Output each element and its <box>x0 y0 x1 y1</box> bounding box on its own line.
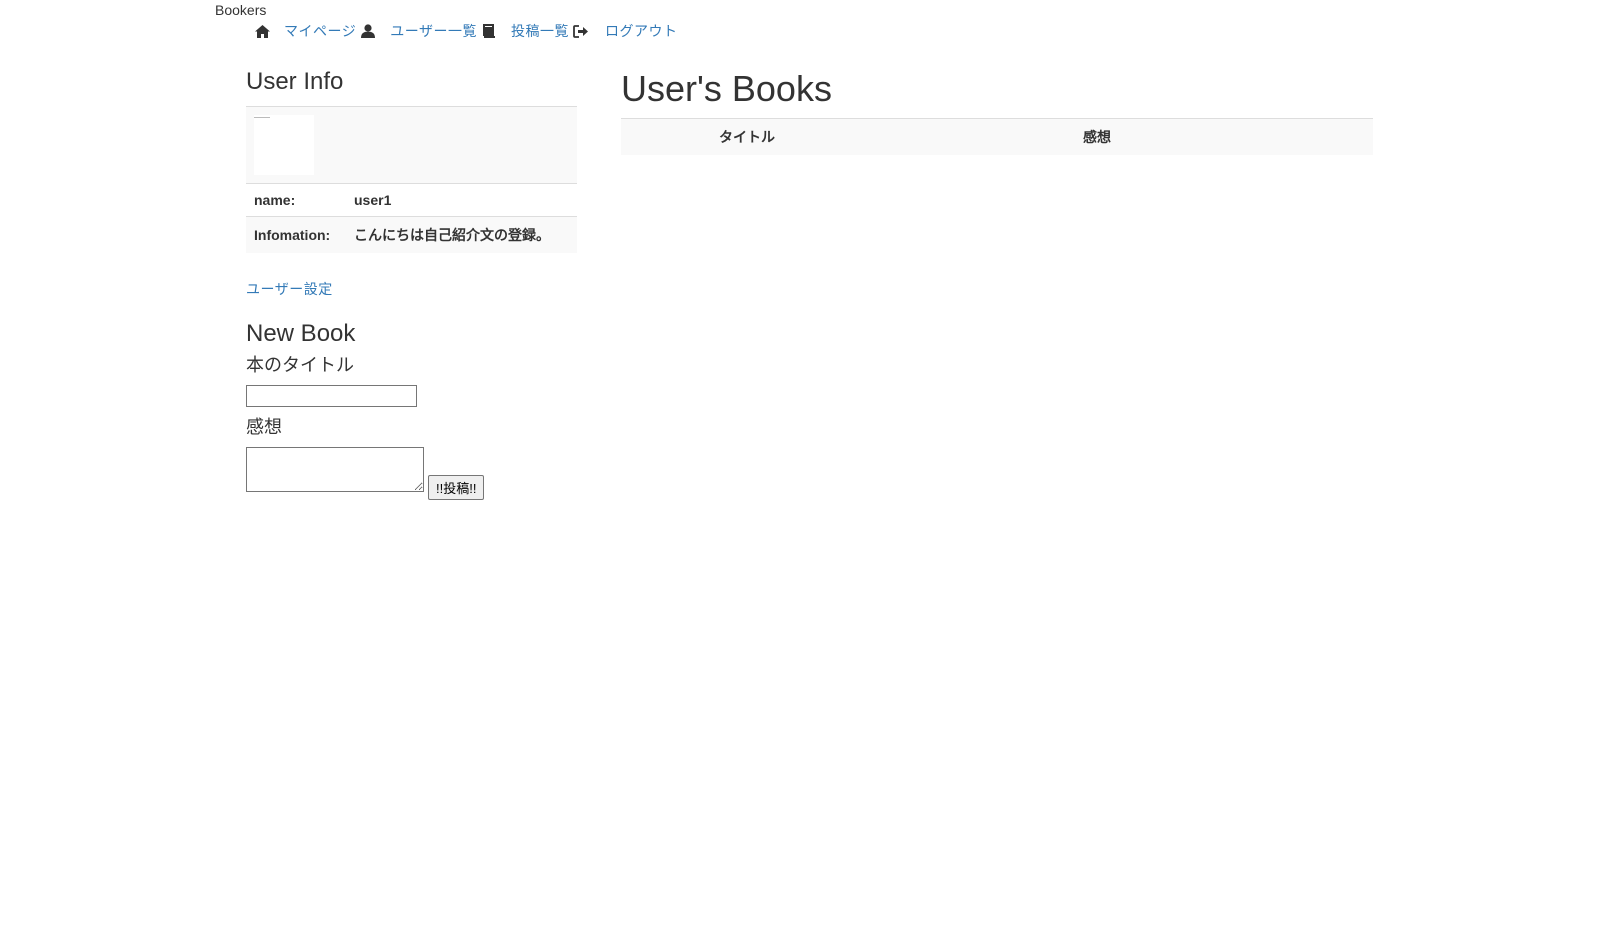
info-value: こんにちは自己紹介文の登録。 <box>346 216 577 253</box>
nav-logout-link[interactable]: ログアウト <box>605 21 678 41</box>
book-body-textarea[interactable] <box>246 447 424 492</box>
user-sidebar: User Info name: user1 Infomation: こんにちは自… <box>246 62 577 500</box>
brand-logo: Bookers <box>215 2 267 18</box>
new-book-heading: New Book <box>246 320 356 347</box>
book-title-input[interactable] <box>246 385 417 407</box>
name-label: name: <box>246 183 346 217</box>
submit-button[interactable]: !!投稿!! <box>428 475 485 500</box>
avatar-row <box>246 106 577 184</box>
books-heading: User's Books <box>621 68 832 109</box>
name-value: user1 <box>346 183 577 217</box>
body-row: !!投稿!! <box>246 447 577 500</box>
info-row: Infomation: こんにちは自己紹介文の登録。 <box>246 216 577 253</box>
info-label: Infomation: <box>246 216 346 253</box>
nav-books-link[interactable]: 投稿一覧 <box>511 21 569 41</box>
header-nav: マイページ ユーザー一覧 投稿一覧 ログアウト <box>254 20 677 42</box>
book-icon <box>481 23 497 39</box>
user-info-table: name: user1 Infomation: こんにちは自己紹介文の登録。 <box>246 106 577 253</box>
column-header-body: 感想 <box>1075 118 1373 155</box>
nav-users-link[interactable]: ユーザー一覧 <box>390 21 477 41</box>
home-icon[interactable] <box>254 23 270 39</box>
books-header-row: タイトル 感想 <box>621 118 1373 155</box>
column-header-title: タイトル <box>711 118 1075 155</box>
books-section: User's Books タイトル 感想 <box>621 64 1373 155</box>
user-icon <box>360 23 376 39</box>
books-table: タイトル 感想 <box>621 118 1373 155</box>
user-settings-link[interactable]: ユーザー設定 <box>246 279 577 299</box>
logout-icon <box>573 23 589 39</box>
column-header-image <box>621 118 711 155</box>
name-row: name: user1 <box>246 183 577 217</box>
nav-mypage-link[interactable]: マイページ <box>284 21 356 41</box>
book-title-label: 本のタイトル <box>246 355 354 375</box>
book-body-label: 感想 <box>246 417 282 437</box>
avatar <box>254 115 314 175</box>
user-info-heading: User Info <box>246 68 344 95</box>
